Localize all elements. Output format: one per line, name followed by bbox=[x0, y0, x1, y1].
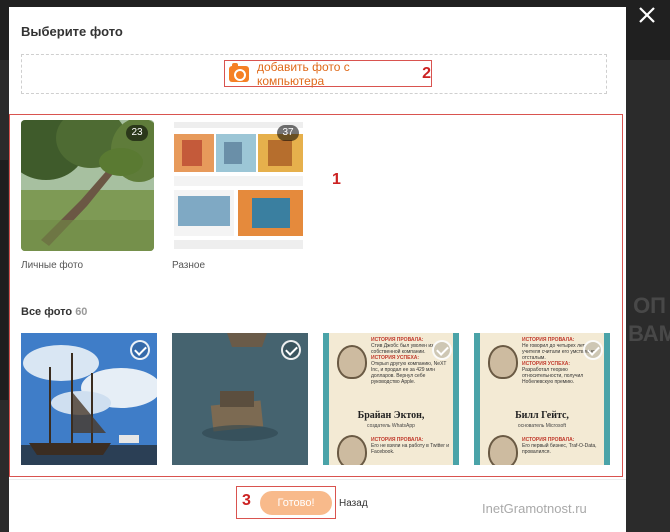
photo-picker-dialog: Выберите фото добавить фото с компьютера… bbox=[9, 7, 626, 532]
close-icon[interactable] bbox=[634, 2, 660, 28]
success-text: Открыл другую компанию, NeXT Inc, и прод… bbox=[371, 361, 447, 385]
infographic-edge bbox=[323, 333, 329, 465]
portrait bbox=[337, 435, 367, 465]
portrait bbox=[488, 435, 518, 465]
photo-tile-ship[interactable] bbox=[21, 333, 157, 465]
select-check-icon[interactable] bbox=[130, 340, 150, 360]
album-thumbnail: 37 bbox=[172, 120, 305, 251]
infographic-text: ИСТОРИЯ ПРОВАЛА: Его не взяли на работу … bbox=[371, 437, 451, 455]
infographic-edge bbox=[453, 333, 459, 465]
photo-tile-infographic-2[interactable]: ИСТОРИЯ ПРОВАЛА: Не говорил до четырех л… bbox=[474, 333, 610, 465]
back-link[interactable]: Назад bbox=[339, 498, 368, 509]
annotation-marker-3: 3 bbox=[242, 492, 251, 509]
annotation-marker-2: 2 bbox=[422, 64, 431, 82]
album-count-badge: 23 bbox=[126, 125, 148, 141]
infographic-role: создатель WhatsApp bbox=[367, 423, 415, 429]
upload-label: добавить фото с компьютера bbox=[257, 59, 350, 88]
select-check-icon[interactable] bbox=[432, 340, 452, 360]
all-photos-heading: Все фото 60 bbox=[21, 306, 87, 318]
backdrop-text: ОП ВАМ bbox=[628, 293, 670, 346]
lower-text: Его первый бизнес, Traf-O-Data, провалил… bbox=[522, 443, 597, 455]
album-name: Разное bbox=[172, 260, 206, 271]
infographic-name: Брайан Эктон, bbox=[357, 410, 425, 421]
album-count-badge: 37 bbox=[277, 125, 299, 141]
done-button[interactable]: Готово! bbox=[260, 491, 332, 515]
infographic-text: ИСТОРИЯ ПРОВАЛА: Его первый бизнес, Traf… bbox=[522, 437, 602, 455]
upload-from-computer-button[interactable]: добавить фото с компьютера 2 bbox=[224, 59, 432, 88]
portrait bbox=[488, 345, 518, 379]
annotation-marker-1: 1 bbox=[332, 171, 341, 188]
album-thumbnail: 23 bbox=[21, 120, 154, 251]
all-photos-count: 60 bbox=[75, 306, 88, 318]
album-misc[interactable]: 37 Разное bbox=[172, 120, 305, 271]
infographic-edge bbox=[604, 333, 610, 465]
photo-tile-infographic-1[interactable]: ИСТОРИЯ ПРОВАЛА: Стив Джобс был уволен и… bbox=[323, 333, 459, 465]
portrait bbox=[337, 345, 367, 379]
select-check-icon[interactable] bbox=[281, 340, 301, 360]
upload-dropzone[interactable]: добавить фото с компьютера 2 bbox=[21, 54, 607, 94]
album-name: Личные фото bbox=[21, 260, 84, 271]
watermark: InetGramotnost.ru bbox=[482, 501, 587, 516]
all-photos-title: Все фото bbox=[21, 306, 73, 318]
select-check-icon[interactable] bbox=[583, 340, 603, 360]
infographic-role: основатель Microsoft bbox=[517, 423, 567, 429]
backdrop-left-strip bbox=[0, 160, 8, 400]
dialog-title: Выберите фото bbox=[21, 24, 123, 39]
lower-text: Его не взяли на работу в Twitter и Faceb… bbox=[371, 443, 450, 455]
infographic-edge bbox=[474, 333, 480, 465]
album-personal[interactable]: 23 Личные фото bbox=[21, 120, 154, 271]
history-text: Стив Джобс был уволен из собственной ком… bbox=[371, 343, 434, 355]
infographic-name: Билл Гейтс, bbox=[515, 410, 569, 421]
success-text: Разработал теорию относительности, получ… bbox=[522, 367, 584, 385]
camera-icon bbox=[229, 62, 249, 82]
photo-tile-water[interactable] bbox=[172, 333, 308, 465]
